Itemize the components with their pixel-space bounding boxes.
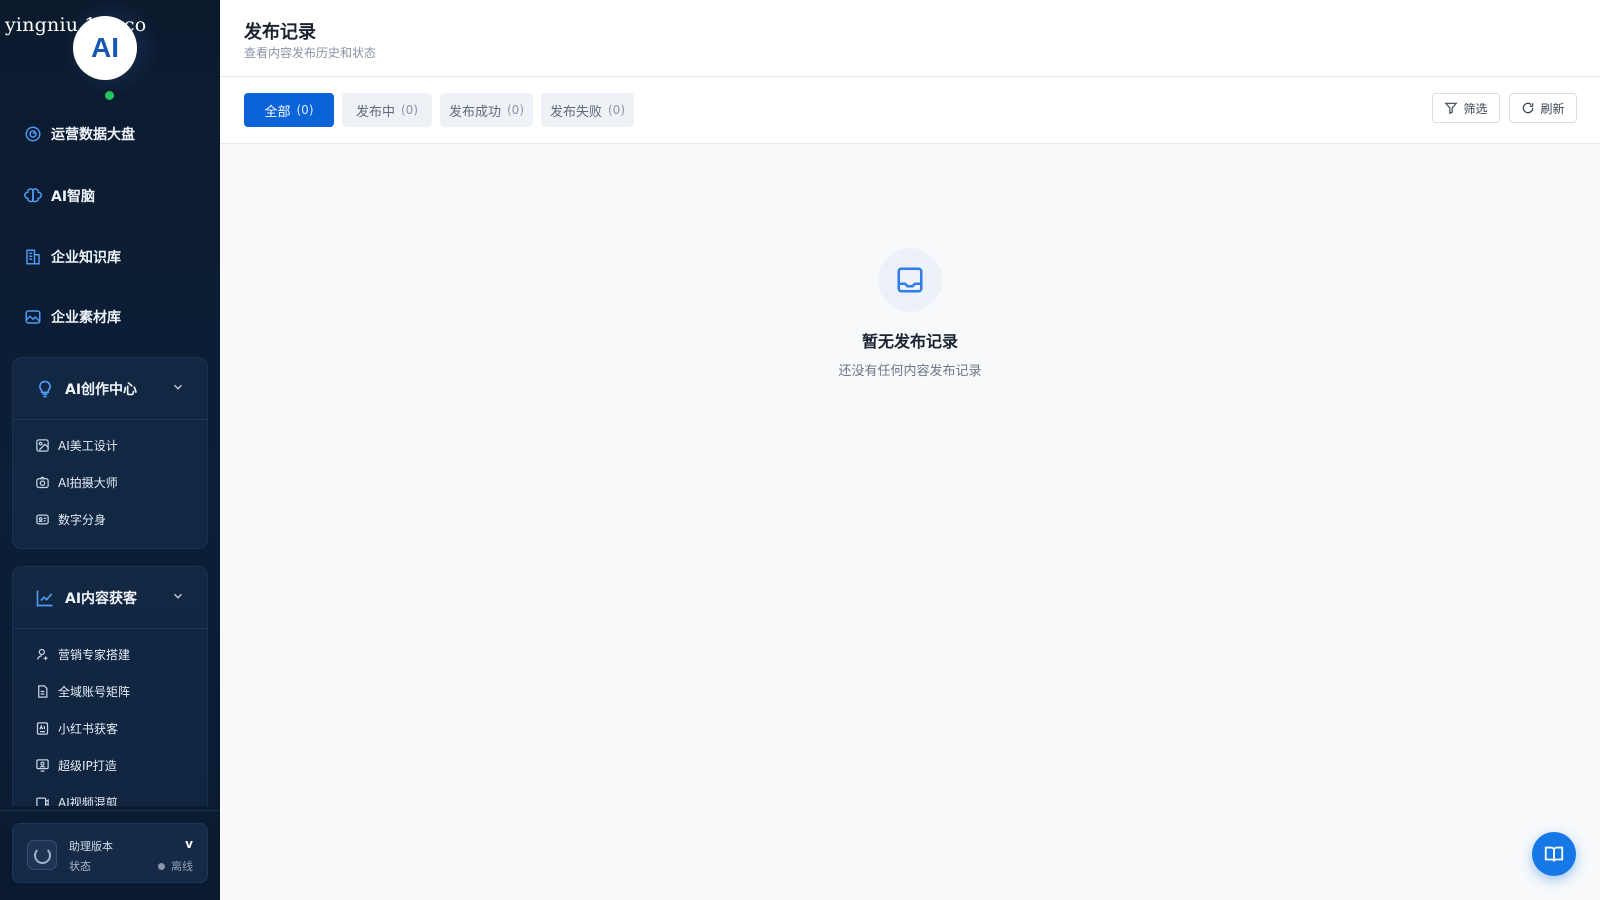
sidebar: yingniu.10v.co AI 运营数据大盘 AI智脑 企业知识库 企业素材… xyxy=(0,0,220,900)
sidebar-item-marketing-expert[interactable]: 营销专家搭建 xyxy=(13,636,207,673)
online-indicator xyxy=(105,91,114,100)
tab-all[interactable]: 全部 (0) xyxy=(244,93,334,127)
ai-doc-icon xyxy=(36,722,49,735)
nav-label: 运营数据大盘 xyxy=(51,127,135,143)
tab-label: 发布成功 xyxy=(448,104,501,120)
assistant-version: v xyxy=(185,837,193,851)
tab-success[interactable]: 发布成功 (0) xyxy=(440,93,533,127)
divider xyxy=(0,810,220,811)
sidebar-item-label: 小红书获客 xyxy=(58,722,119,736)
tab-count: (0) xyxy=(507,103,524,117)
filter-icon xyxy=(1444,102,1459,115)
sidebar-item-label: AI视频混剪 xyxy=(58,796,118,806)
refresh-button-label: 刷新 xyxy=(1540,101,1565,116)
sidebar-item-digital-avatar[interactable]: 数字分身 xyxy=(13,501,207,538)
tab-count: (0) xyxy=(608,103,625,117)
video-icon xyxy=(36,797,49,806)
id-card-icon xyxy=(36,514,49,525)
tab-count: (0) xyxy=(296,103,314,117)
help-docs-button[interactable] xyxy=(1532,832,1576,876)
nav-label: 企业知识库 xyxy=(51,250,121,266)
sidebar-item-ai-photo[interactable]: AI拍摄大师 xyxy=(13,464,207,501)
group-ai-acquisition: AI内容获客 营销专家搭建 全域账号矩阵 小红书获客 超级IP打造 AI视频混剪 xyxy=(12,566,208,806)
user-icon xyxy=(36,648,48,661)
nav-item-ai-brain[interactable]: AI智脑 xyxy=(24,184,95,208)
camera-icon xyxy=(36,476,49,489)
filter-toolbar: 全部 (0) 发布中 (0) 发布成功 (0) 发布失败 (0) 筛选 刷新 xyxy=(220,77,1600,144)
group-title: AI内容获客 xyxy=(65,590,138,607)
nav-item-dashboard[interactable]: 运营数据大盘 xyxy=(24,122,135,146)
image-icon xyxy=(25,310,41,324)
sidebar-item-ai-design[interactable]: AI美工设计 xyxy=(13,427,207,464)
empty-state-icon xyxy=(878,248,942,312)
dashboard-icon xyxy=(25,126,41,142)
group-ai-creation: AI创作中心 AI美工设计 AI拍摄大师 数字分身 xyxy=(12,357,208,549)
empty-state-title: 暂无发布记录 xyxy=(861,332,958,351)
chevron-down-icon xyxy=(173,593,183,599)
group-title: AI创作中心 xyxy=(65,381,138,398)
sidebar-item-label: 营销专家搭建 xyxy=(58,648,131,662)
sidebar-item-video-mix[interactable]: AI视频混剪 xyxy=(13,784,207,806)
tab-label: 发布中 xyxy=(355,104,395,120)
nav-label: AI智脑 xyxy=(51,189,96,205)
group-header-ai-creation[interactable]: AI创作中心 xyxy=(13,358,207,420)
building-icon xyxy=(26,249,40,265)
nav-item-asset-library[interactable]: 企业素材库 xyxy=(24,305,121,329)
tab-publishing[interactable]: 发布中 (0) xyxy=(342,93,432,127)
file-icon xyxy=(38,685,48,698)
lightbulb-icon xyxy=(39,380,51,397)
status-badge: 离线 xyxy=(158,858,193,874)
sidebar-item-account-matrix[interactable]: 全域账号矩阵 xyxy=(13,673,207,710)
refresh-button[interactable]: 刷新 xyxy=(1509,93,1577,123)
book-icon xyxy=(1544,846,1564,862)
page-title: 发布记录 xyxy=(244,22,316,43)
status-card-title: 助理版本 xyxy=(69,840,113,853)
brain-icon xyxy=(24,188,42,203)
sidebar-item-xiaohongshu[interactable]: 小红书获客 xyxy=(13,710,207,747)
loading-spinner-icon xyxy=(27,840,57,870)
palette-icon xyxy=(36,439,49,452)
chevron-down-icon xyxy=(173,384,183,390)
sidebar-item-label: 超级IP打造 xyxy=(58,759,117,773)
monitor-user-icon xyxy=(36,759,49,772)
tab-label: 发布失败 xyxy=(549,104,602,120)
empty-state-description: 还没有任何内容发布记录 xyxy=(838,364,982,379)
sidebar-item-label: 全域账号矩阵 xyxy=(58,685,131,699)
page-subtitle: 查看内容发布历史和状态 xyxy=(244,46,377,60)
sidebar-item-super-ip[interactable]: 超级IP打造 xyxy=(13,747,207,784)
nav-item-knowledge-base[interactable]: 企业知识库 xyxy=(24,245,121,269)
main-content: 发布记录 查看内容发布历史和状态 全部 (0) 发布中 (0) 发布成功 (0) 发布… xyxy=(220,0,1600,900)
group-header-ai-acquisition[interactable]: AI内容获客 xyxy=(13,567,207,629)
nav-label: 企业素材库 xyxy=(51,310,121,326)
refresh-icon xyxy=(1523,102,1534,114)
sidebar-item-label: AI拍摄大师 xyxy=(58,476,118,490)
filter-button[interactable]: 筛选 xyxy=(1432,93,1500,123)
sidebar-item-label: AI美工设计 xyxy=(58,439,118,453)
status-card-label: 状态 xyxy=(69,860,91,873)
sidebar-item-label: 数字分身 xyxy=(58,513,107,527)
watermark-text: yingniu.10v.co xyxy=(5,14,147,36)
tab-count: (0) xyxy=(401,103,418,117)
status-dot-icon xyxy=(158,862,165,870)
status-text: 离线 xyxy=(171,860,193,873)
trend-chart-icon xyxy=(36,590,53,606)
tab-failed[interactable]: 发布失败 (0) xyxy=(541,93,634,127)
page-header: 发布记录 查看内容发布历史和状态 xyxy=(220,0,1600,77)
tab-label: 全部 xyxy=(264,104,291,120)
filter-button-label: 筛选 xyxy=(1463,101,1488,116)
assistant-status-card[interactable]: 助理版本 状态 v 离线 xyxy=(12,823,208,883)
inbox-icon xyxy=(897,267,923,293)
